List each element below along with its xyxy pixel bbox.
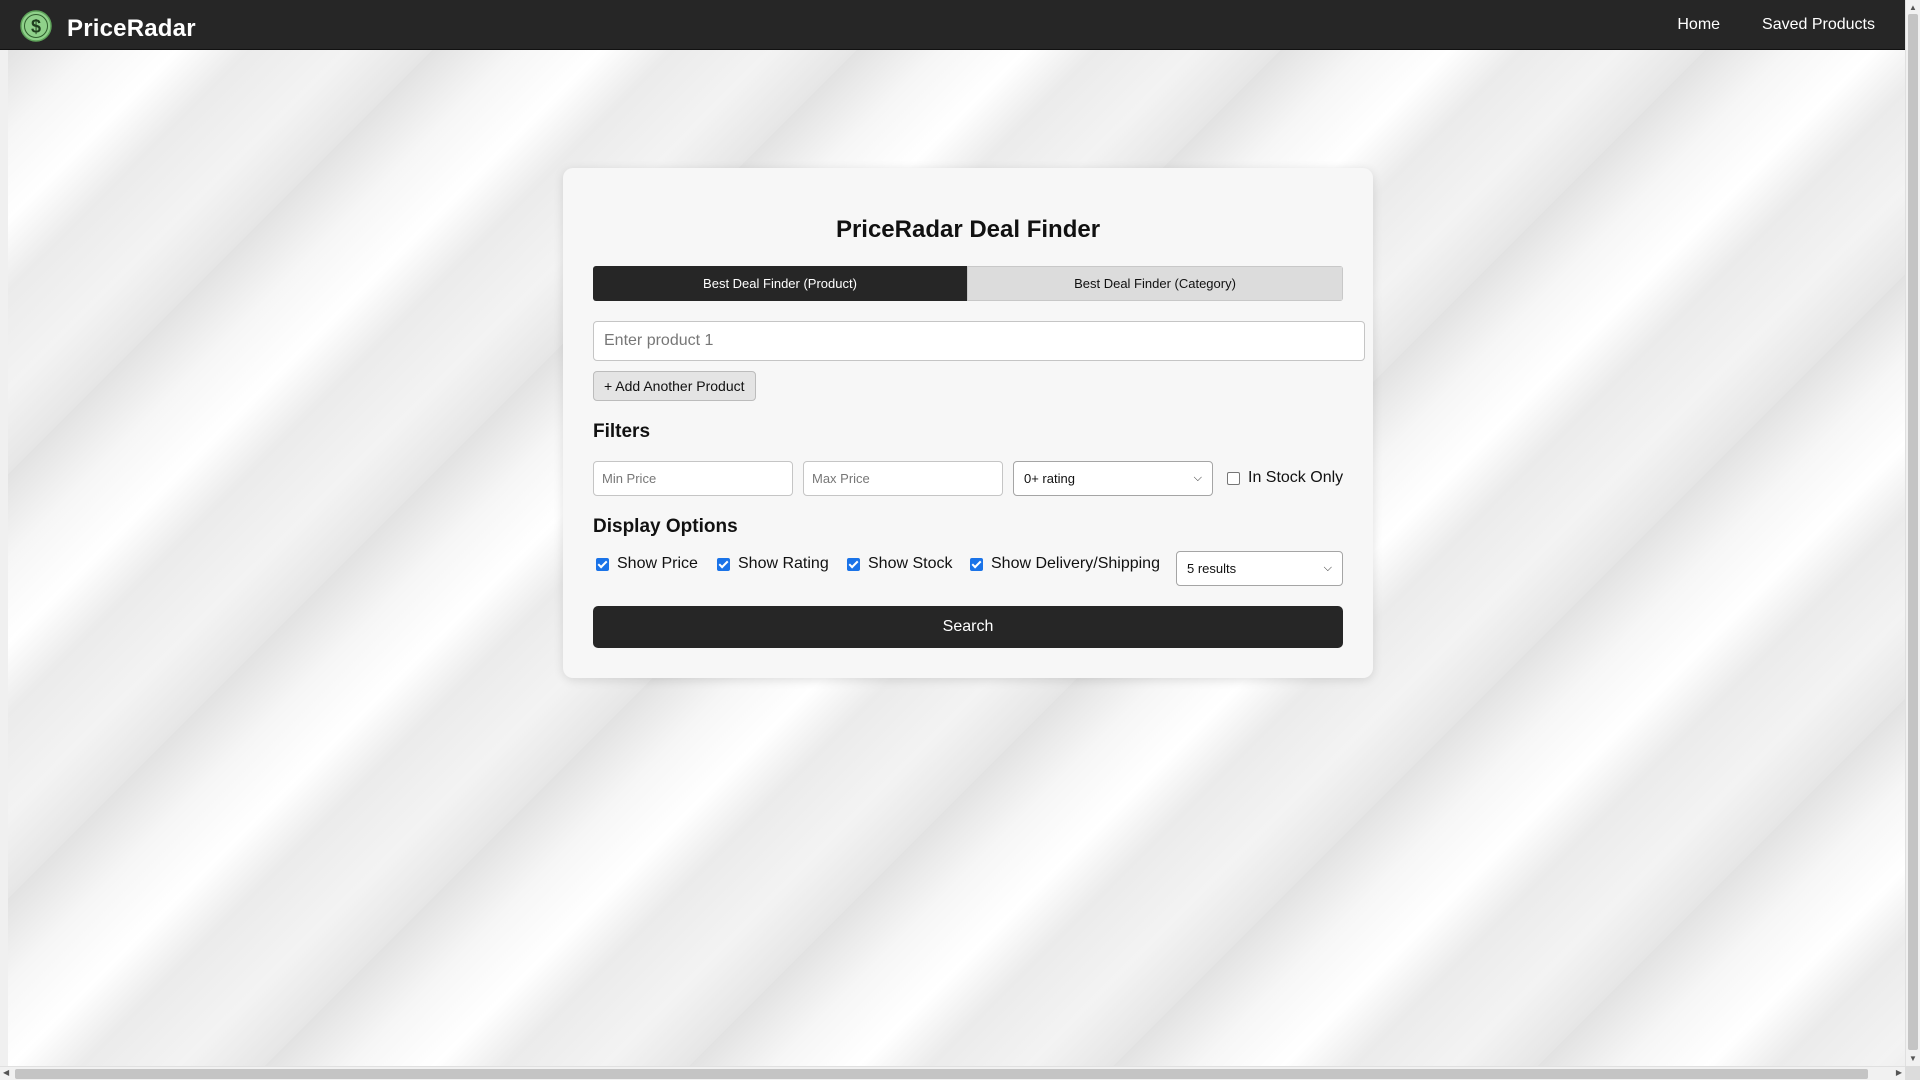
results-select-value: 5 results: [1187, 561, 1237, 576]
checkbox-box[interactable]: [847, 557, 860, 571]
chevron-down-icon: ⌵: [1323, 562, 1332, 574]
in-stock-checkbox[interactable]: In Stock Only: [1227, 469, 1343, 487]
show-rating-label: Show Rating: [738, 555, 829, 572]
tab-product[interactable]: Best Deal Finder (Product): [593, 266, 967, 301]
checkbox-box[interactable]: [970, 557, 983, 571]
chevron-down-icon: ⌵: [1193, 472, 1202, 484]
in-stock-label: In Stock Only: [1248, 469, 1344, 486]
page-left-strip: [0, 50, 8, 1066]
scroll-up-icon[interactable]: ▲: [1909, 3, 1917, 12]
nav-saved-products-link[interactable]: Saved Products: [1762, 16, 1875, 34]
page-title: PriceRadar Deal Finder: [835, 216, 1101, 243]
checkbox-box[interactable]: [596, 557, 609, 571]
scroll-down-icon[interactable]: ▼: [1909, 1054, 1917, 1063]
brand[interactable]: $ PriceRadar: [20, 10, 196, 47]
results-count-select[interactable]: 5 results ⌵: [1176, 551, 1343, 586]
scroll-right-icon[interactable]: ▶: [1896, 1068, 1902, 1077]
show-rating-checkbox[interactable]: Show Rating: [717, 555, 829, 573]
nav-links: Home Saved Products: [1677, 0, 1875, 50]
max-price-input[interactable]: [803, 461, 1003, 496]
search-button[interactable]: Search: [593, 606, 1343, 648]
horizontal-scrollbar[interactable]: ◀ ▶: [0, 1066, 1905, 1080]
dollar-coin-icon: $: [20, 10, 52, 47]
scroll-left-icon[interactable]: ◀: [3, 1068, 9, 1077]
show-delivery-label: Show Delivery/Shipping: [991, 555, 1160, 572]
vertical-scrollbar[interactable]: ▲ ▼: [1905, 0, 1920, 1066]
product-input[interactable]: [593, 321, 1365, 361]
horizontal-scroll-thumb[interactable]: [15, 1069, 1868, 1079]
show-price-checkbox[interactable]: Show Price: [596, 555, 698, 573]
brand-name: PriceRadar: [67, 14, 196, 42]
svg-text:$: $: [31, 17, 41, 37]
show-stock-label: Show Stock: [868, 555, 953, 572]
vertical-scroll-thumb[interactable]: [1908, 14, 1918, 1050]
filters-heading: Filters: [593, 421, 651, 442]
min-price-input[interactable]: [593, 461, 793, 496]
deal-finder-card: PriceRadar Deal Finder Best Deal Finder …: [563, 168, 1373, 678]
show-price-label: Show Price: [617, 555, 698, 572]
rating-select-value: 0+ rating: [1024, 471, 1075, 486]
show-stock-checkbox[interactable]: Show Stock: [847, 555, 952, 573]
top-navbar: $ PriceRadar Home Saved Products: [0, 0, 1905, 50]
checkbox-box[interactable]: [1227, 471, 1240, 485]
nav-home-link[interactable]: Home: [1677, 16, 1720, 34]
tab-category[interactable]: Best Deal Finder (Category): [967, 266, 1343, 301]
scrollbar-corner: [1905, 1066, 1920, 1080]
show-delivery-checkbox[interactable]: Show Delivery/Shipping: [970, 555, 1160, 573]
finder-tabs: Best Deal Finder (Product) Best Deal Fin…: [593, 266, 1343, 301]
rating-select[interactable]: 0+ rating ⌵: [1013, 461, 1213, 496]
checkbox-box[interactable]: [717, 557, 730, 571]
display-options-heading: Display Options: [593, 516, 738, 537]
add-product-button[interactable]: + Add Another Product: [593, 371, 756, 401]
